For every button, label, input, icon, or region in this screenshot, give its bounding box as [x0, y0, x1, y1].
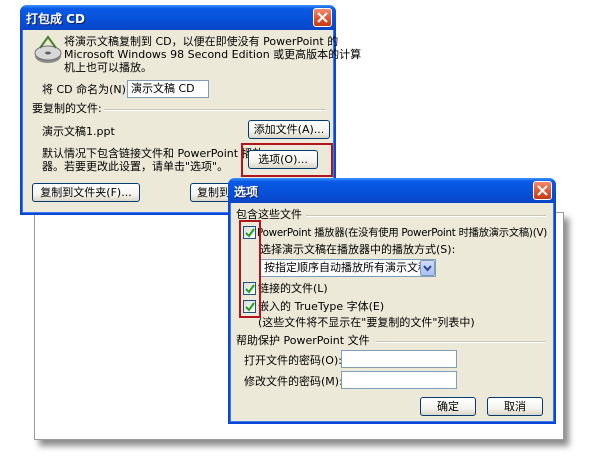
add-files-button[interactable]: 添加文件(A)... — [248, 120, 330, 139]
open-password-label: 打开文件的密码(O): — [244, 354, 342, 367]
dropdown-button[interactable] — [420, 260, 435, 276]
play-mode-select[interactable]: 按指定顺序自动播放所有演示文稿 — [260, 259, 436, 277]
cd-icon — [34, 35, 62, 63]
ok-button[interactable]: 确定 — [420, 397, 476, 416]
copy-to-folder-button[interactable]: 复制到文件夹(F)... — [32, 183, 140, 202]
title-bar[interactable]: 打包成 CD — [20, 5, 336, 30]
embed-fonts-label[interactable]: 嵌入的 TrueType 字体(E) — [258, 300, 384, 314]
file-list-item[interactable]: 演示文稿1.ppt — [42, 125, 115, 139]
description-line-1: 将演示文稿复制到 CD，以便在即使没有 PowerPoint 的 — [64, 35, 339, 48]
cancel-button[interactable]: 取消 — [487, 397, 543, 416]
options-dialog: 选项 包含这些文件 PowerPoint 播放器(在没有使用 PowerPoin… — [228, 178, 556, 424]
close-icon — [317, 12, 328, 23]
separator — [376, 341, 546, 343]
files-to-copy-label: 要复制的文件: — [32, 102, 102, 115]
protect-group-label: 帮助保护 PowerPoint 文件 — [236, 334, 370, 347]
highlight-box — [241, 143, 333, 177]
linked-files-label[interactable]: 链接的文件(L) — [258, 282, 328, 296]
cd-name-input[interactable]: 演示文稿 CD — [127, 80, 209, 98]
info-line-2: 器。若要更改此设置，请单击"选项"。 — [42, 160, 229, 173]
dialog-title: 选项 — [234, 185, 259, 199]
play-mode-label: 选择演示文稿在播放器中的播放方式(S): — [260, 243, 456, 256]
not-listed-note: (这些文件将不显示在"要复制的文件"列表中) — [258, 316, 475, 329]
modify-password-label: 修改文件的密码(M): — [244, 375, 343, 388]
description-line-3: 机上也可以播放。 — [64, 61, 152, 74]
close-button[interactable] — [313, 8, 332, 27]
close-icon — [537, 185, 548, 196]
modify-password-input[interactable] — [341, 371, 457, 389]
highlight-box — [239, 220, 261, 318]
info-line-1: 默认情况下包含链接文件和 PowerPoint 播放 — [42, 147, 264, 160]
separator — [306, 215, 546, 217]
chevron-down-icon — [423, 265, 432, 272]
player-option-label[interactable]: PowerPoint 播放器(在没有使用 PowerPoint 时播放演示文稿)… — [257, 226, 547, 240]
title-bar[interactable]: 选项 — [228, 178, 556, 203]
dialog-title: 打包成 CD — [26, 12, 85, 26]
separator — [104, 109, 326, 111]
close-button[interactable] — [533, 181, 552, 200]
description-line-2: Microsoft Windows 98 Second Edition 或更高版… — [64, 48, 362, 61]
open-password-input[interactable] — [341, 350, 457, 368]
cd-name-label: 将 CD 命名为(N): — [42, 83, 130, 96]
